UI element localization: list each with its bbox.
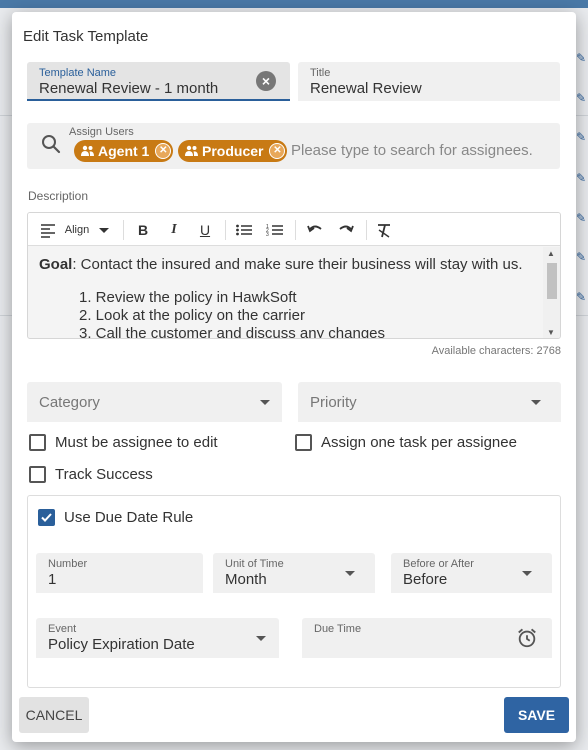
scroll-down-icon[interactable]: ▼ bbox=[547, 328, 555, 337]
goal-text: : Contact the insured and make sure thei… bbox=[72, 256, 523, 273]
goal-line: Goal: Contact the insured and make sure … bbox=[39, 256, 523, 273]
title-value: Renewal Review bbox=[310, 80, 422, 97]
editor-toolbar: Align B I U 1 2 3 bbox=[28, 213, 560, 246]
template-name-field[interactable]: Template Name Renewal Review - 1 month × bbox=[27, 62, 290, 101]
edit-pencil-icon: ✎ bbox=[576, 91, 587, 105]
bullet-list-icon[interactable] bbox=[235, 220, 253, 240]
event-label: Event bbox=[48, 623, 77, 635]
background-topbar bbox=[0, 0, 588, 8]
edit-pencil-icon: ✎ bbox=[576, 171, 587, 185]
toolbar-divider bbox=[225, 220, 226, 240]
description-text[interactable]: Goal: Contact the insured and make sure … bbox=[28, 247, 544, 339]
due-time-label: Due Time bbox=[314, 623, 362, 635]
category-placeholder: Category bbox=[39, 394, 100, 411]
due-date-rule-section: Use Due Date Rule Number 1 Unit of Time … bbox=[27, 495, 561, 688]
scroll-up-icon[interactable]: ▲ bbox=[547, 249, 555, 258]
assignee-chip-label: Producer bbox=[202, 143, 264, 159]
edit-pencil-icon: ✎ bbox=[576, 211, 587, 225]
edit-pencil-icon: ✎ bbox=[576, 250, 587, 264]
remove-chip-icon[interactable]: ✕ bbox=[269, 143, 286, 159]
remove-chip-icon[interactable]: ✕ bbox=[155, 143, 172, 159]
one-task-per-assignee-label[interactable]: Assign one task per assignee bbox=[321, 434, 517, 451]
assignee-chip-label: Agent 1 bbox=[98, 143, 150, 159]
editor-scrollbar[interactable]: ▲ ▼ bbox=[543, 247, 560, 338]
edit-pencil-icon: ✎ bbox=[576, 51, 587, 65]
chevron-down-icon bbox=[345, 571, 355, 576]
description-label: Description bbox=[28, 189, 89, 203]
clear-icon[interactable]: × bbox=[256, 71, 276, 91]
list-item: 2. Look at the policy on the carrier bbox=[79, 307, 305, 324]
number-value: 1 bbox=[48, 571, 57, 588]
list-item: 3. Call the customer and discuss any cha… bbox=[79, 325, 385, 339]
use-due-date-rule-checkbox[interactable] bbox=[38, 509, 55, 526]
assign-users-placeholder[interactable]: Please type to search for assignees. bbox=[291, 142, 533, 159]
toolbar-divider bbox=[123, 220, 124, 240]
people-icon bbox=[81, 145, 94, 156]
must-be-assignee-label[interactable]: Must be assignee to edit bbox=[55, 434, 218, 451]
undo-icon[interactable] bbox=[306, 220, 324, 240]
before-or-after-label: Before or After bbox=[403, 558, 474, 570]
goal-label: Goal bbox=[39, 256, 73, 273]
title-field[interactable]: Title Renewal Review bbox=[298, 62, 560, 101]
alarm-clock-icon[interactable] bbox=[516, 627, 538, 649]
unit-of-time-select[interactable]: Unit of Time Month bbox=[213, 553, 375, 593]
edit-pencil-icon: ✎ bbox=[576, 290, 587, 304]
template-name-value: Renewal Review - 1 month bbox=[39, 80, 219, 97]
priority-placeholder: Priority bbox=[310, 394, 357, 411]
assign-users-label: Assign Users bbox=[69, 126, 134, 138]
description-editor[interactable]: Align B I U 1 2 3 Goal: Contact the insu… bbox=[27, 212, 561, 339]
event-value: Policy Expiration Date bbox=[48, 636, 195, 653]
number-field[interactable]: Number 1 bbox=[36, 553, 203, 593]
chevron-down-icon[interactable] bbox=[99, 228, 109, 233]
clear-format-icon[interactable] bbox=[375, 220, 393, 240]
people-icon bbox=[185, 145, 198, 156]
title-label: Title bbox=[310, 67, 331, 79]
before-or-after-select[interactable]: Before or After Before bbox=[391, 553, 552, 593]
toolbar-divider bbox=[295, 220, 296, 240]
align-dropdown-label[interactable]: Align bbox=[62, 220, 92, 240]
search-icon bbox=[42, 135, 61, 154]
italic-icon[interactable]: I bbox=[165, 220, 183, 240]
due-time-field[interactable]: Due Time bbox=[302, 618, 552, 658]
check-icon bbox=[41, 513, 52, 522]
template-name-label: Template Name bbox=[39, 67, 117, 79]
redo-icon[interactable] bbox=[337, 220, 355, 240]
svg-text:3: 3 bbox=[266, 232, 269, 238]
underline-icon[interactable]: U bbox=[196, 220, 214, 240]
chevron-down-icon bbox=[522, 571, 532, 576]
chevron-down-icon bbox=[260, 400, 270, 405]
cancel-button[interactable]: CANCEL bbox=[19, 697, 89, 733]
number-label: Number bbox=[48, 558, 88, 570]
edit-task-template-dialog: Edit Task Template Template Name Renewal… bbox=[12, 12, 576, 742]
assignee-chip[interactable]: Agent 1 ✕ bbox=[74, 140, 174, 162]
dialog-title: Edit Task Template bbox=[23, 28, 149, 45]
scrollbar-thumb[interactable] bbox=[547, 263, 557, 299]
chevron-down-icon bbox=[256, 636, 266, 641]
assign-users-field[interactable]: Assign Users Agent 1 ✕ Producer ✕ Please… bbox=[27, 123, 560, 169]
toolbar-divider bbox=[366, 220, 367, 240]
bold-icon[interactable]: B bbox=[134, 220, 152, 240]
unit-of-time-label: Unit of Time bbox=[225, 558, 284, 570]
save-button[interactable]: SAVE bbox=[504, 697, 569, 733]
available-characters: Available characters: 2768 bbox=[431, 345, 561, 357]
align-icon[interactable] bbox=[40, 220, 56, 240]
numbered-list-icon[interactable]: 1 2 3 bbox=[266, 220, 284, 240]
before-or-after-value: Before bbox=[403, 571, 448, 588]
track-success-checkbox[interactable] bbox=[29, 466, 46, 483]
event-select[interactable]: Event Policy Expiration Date bbox=[36, 618, 279, 658]
use-due-date-rule-label[interactable]: Use Due Date Rule bbox=[64, 509, 193, 526]
assignee-chip[interactable]: Producer ✕ bbox=[178, 140, 288, 162]
priority-select[interactable]: Priority bbox=[298, 382, 561, 422]
track-success-label[interactable]: Track Success bbox=[55, 466, 153, 483]
unit-of-time-value: Month bbox=[225, 571, 267, 588]
must-be-assignee-checkbox[interactable] bbox=[29, 434, 46, 451]
chevron-down-icon bbox=[531, 400, 541, 405]
edit-pencil-icon: ✎ bbox=[576, 130, 587, 144]
one-task-per-assignee-checkbox[interactable] bbox=[295, 434, 312, 451]
category-select[interactable]: Category bbox=[27, 382, 282, 422]
list-item: 1. Review the policy in HawkSoft bbox=[79, 289, 297, 306]
